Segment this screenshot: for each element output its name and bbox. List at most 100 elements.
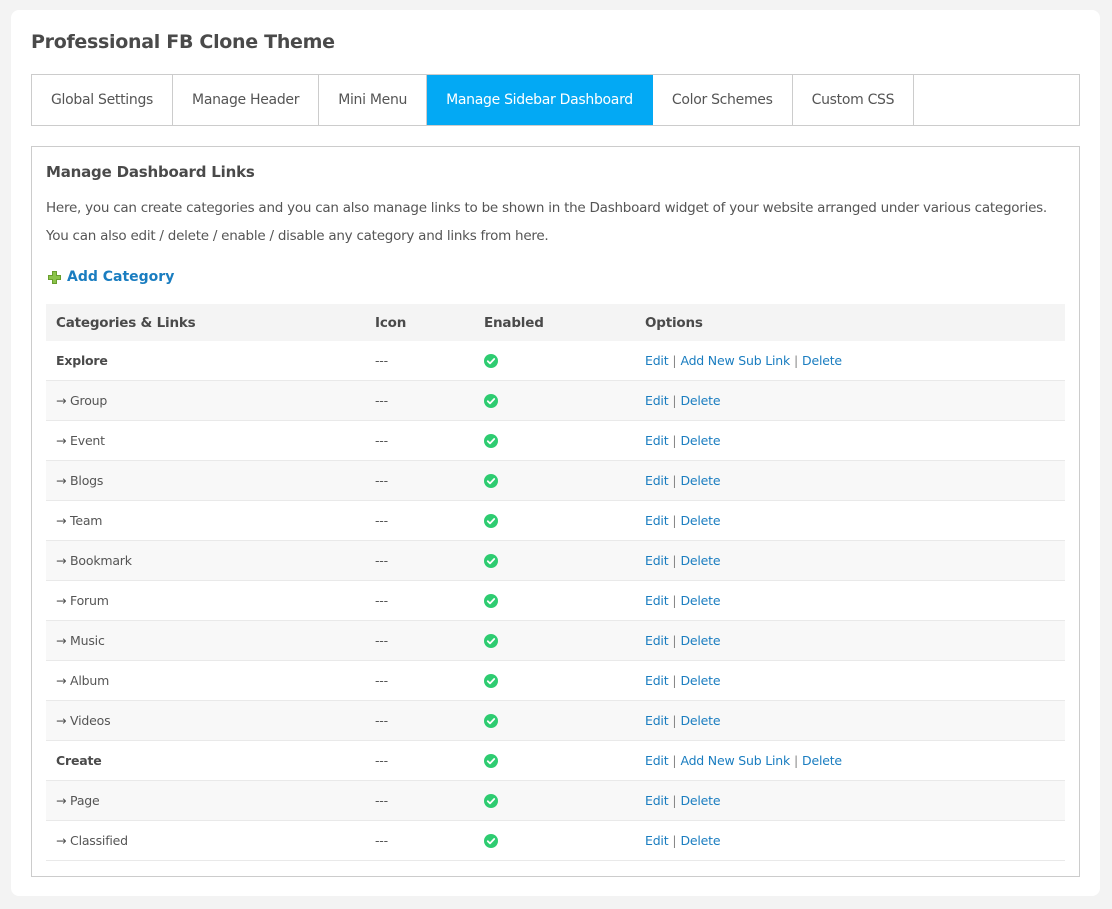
delete-link[interactable]: Delete [680,633,720,648]
delete-link[interactable]: Delete [680,713,720,728]
delete-link[interactable]: Delete [680,593,720,608]
row-enabled[interactable] [474,580,635,621]
delete-link[interactable]: Delete [680,673,720,688]
add-sub-link[interactable]: Add New Sub Link [680,353,790,368]
settings-card: Professional FB Clone Theme Global Setti… [11,10,1100,896]
check-circle-icon[interactable] [484,633,498,648]
separator: | [794,353,799,368]
separator: | [672,753,677,768]
separator: | [672,633,677,648]
add-sub-link[interactable]: Add New Sub Link [680,753,790,768]
edit-link[interactable]: Edit [645,433,669,448]
check-circle-icon[interactable] [484,793,498,808]
tab-mini-menu[interactable]: Mini Menu [319,75,428,125]
delete-link[interactable]: Delete [680,793,720,808]
check-circle-icon[interactable] [484,473,498,488]
link-row: → Team --- Edit | Delete [46,500,1065,541]
separator: | [672,673,677,688]
row-options: Edit | Delete [635,780,1065,821]
row-options: Edit | Delete [635,500,1065,541]
category-row: Create --- Edit | Add New Sub Link | Delete [46,740,1065,781]
header-icon: Icon [365,304,474,341]
row-options: Edit | Delete [635,620,1065,661]
row-enabled[interactable] [474,620,635,661]
check-circle-icon[interactable] [484,593,498,608]
add-category-label: Add Category [67,269,175,285]
row-icon-value: --- [365,380,474,421]
row-enabled[interactable] [474,700,635,741]
check-circle-icon[interactable] [484,753,498,768]
row-icon-value: --- [365,620,474,661]
check-circle-icon[interactable] [484,393,498,408]
delete-link[interactable]: Delete [680,473,720,488]
dashboard-links-panel: Manage Dashboard Links Here, you can cre… [31,146,1080,877]
row-options: Edit | Delete [635,820,1065,861]
row-name: → Forum [46,580,365,621]
separator: | [672,713,677,728]
tab-global-settings[interactable]: Global Settings [32,75,174,125]
row-options: Edit | Delete [635,660,1065,701]
edit-link[interactable]: Edit [645,673,669,688]
edit-link[interactable]: Edit [645,793,669,808]
edit-link[interactable]: Edit [645,593,669,608]
delete-link[interactable]: Delete [680,553,720,568]
check-circle-icon[interactable] [484,833,498,848]
check-circle-icon[interactable] [484,673,498,688]
row-enabled[interactable] [474,660,635,701]
section-title: Manage Dashboard Links [46,163,255,181]
separator: | [672,793,677,808]
edit-link[interactable]: Edit [645,473,669,488]
row-enabled[interactable] [474,780,635,821]
delete-link[interactable]: Delete [680,513,720,528]
delete-link[interactable]: Delete [680,833,720,848]
row-options: Edit | Add New Sub Link | Delete [635,740,1065,781]
link-row: → Album --- Edit | Delete [46,660,1065,701]
row-options: Edit | Delete [635,380,1065,421]
delete-link[interactable]: Delete [802,753,842,768]
check-circle-icon[interactable] [484,433,498,448]
edit-link[interactable]: Edit [645,713,669,728]
delete-link[interactable]: Delete [680,393,720,408]
row-enabled[interactable] [474,500,635,541]
separator: | [794,753,799,768]
row-name: → Music [46,620,365,661]
delete-link[interactable]: Delete [802,353,842,368]
row-name: → Blogs [46,460,365,501]
edit-link[interactable]: Edit [645,633,669,648]
tab-color-schemes[interactable]: Color Schemes [653,75,793,125]
row-icon-value: --- [365,420,474,461]
check-circle-icon[interactable] [484,513,498,528]
check-circle-icon[interactable] [484,353,498,368]
link-row: → Videos --- Edit | Delete [46,700,1065,741]
row-enabled[interactable] [474,380,635,421]
delete-link[interactable]: Delete [680,433,720,448]
settings-tabs: Global Settings Manage Header Mini Menu Man… [31,74,1080,126]
edit-link[interactable]: Edit [645,553,669,568]
table-header-row: Categories & Links Icon Enabled Options [46,304,1065,341]
row-enabled[interactable] [474,341,635,381]
separator: | [672,513,677,528]
row-enabled[interactable] [474,820,635,861]
link-row: → Group --- Edit | Delete [46,380,1065,421]
row-enabled[interactable] [474,740,635,781]
tab-manage-sidebar-dashboard[interactable]: Manage Sidebar Dashboard [427,75,653,125]
check-circle-icon[interactable] [484,713,498,728]
edit-link[interactable]: Edit [645,753,669,768]
edit-link[interactable]: Edit [645,513,669,528]
row-name: → Event [46,420,365,461]
row-icon-value: --- [365,500,474,541]
edit-link[interactable]: Edit [645,833,669,848]
row-enabled[interactable] [474,540,635,581]
edit-link[interactable]: Edit [645,353,669,368]
header-enabled: Enabled [474,304,635,341]
row-options: Edit | Delete [635,420,1065,461]
row-name: → Page [46,780,365,821]
tab-custom-css[interactable]: Custom CSS [793,75,915,125]
row-name: → Album [46,660,365,701]
tab-manage-header[interactable]: Manage Header [173,75,320,125]
row-enabled[interactable] [474,420,635,461]
add-category-button[interactable]: Add Category [48,269,174,285]
edit-link[interactable]: Edit [645,393,669,408]
check-circle-icon[interactable] [484,553,498,568]
row-enabled[interactable] [474,460,635,501]
